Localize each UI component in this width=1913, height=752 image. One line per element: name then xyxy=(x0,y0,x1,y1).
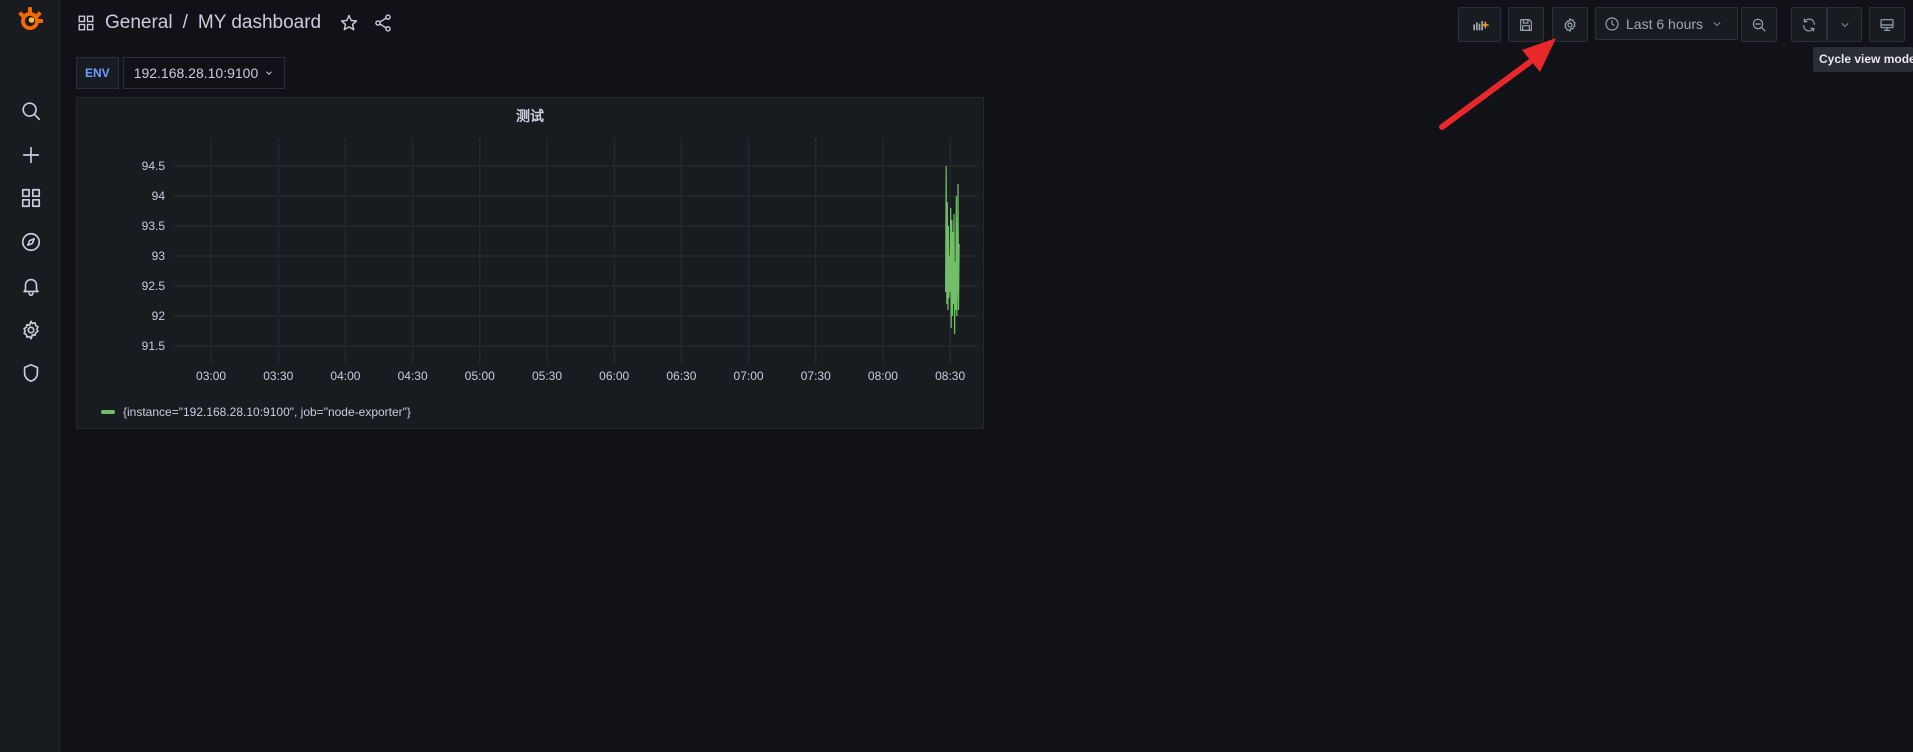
chevron-down-icon xyxy=(1713,21,1721,26)
sidebar xyxy=(0,0,60,752)
star-icon[interactable] xyxy=(339,13,359,33)
time-series-chart[interactable]: 91.5 92 92.5 93 93.5 94 94.5 03:00 03:30 04:00 04:… xyxy=(77,98,985,398)
x-tick-label: 04:00 xyxy=(330,369,360,383)
add-panel-button[interactable] xyxy=(1458,7,1501,42)
time-range-label: Last 6 hours xyxy=(1626,15,1704,32)
gear-icon xyxy=(1564,17,1576,32)
variable-label: ENV xyxy=(76,57,119,89)
zoom-out-button[interactable] xyxy=(1741,7,1777,42)
cycle-view-mode-tooltip: Cycle view mode xyxy=(1813,47,1913,72)
plus-icon[interactable] xyxy=(18,142,44,168)
y-tick-label: 93.5 xyxy=(142,219,166,233)
x-tick-label: 07:00 xyxy=(734,369,764,383)
x-tick-label: 07:30 xyxy=(801,369,831,383)
grafana-logo-icon[interactable] xyxy=(14,4,46,36)
x-tick-label: 08:00 xyxy=(868,369,898,383)
variable-select[interactable]: 192.168.28.10:9100 xyxy=(122,57,286,89)
breadcrumb: General / MY dashboard xyxy=(77,12,393,34)
y-tick-label: 92.5 xyxy=(142,279,166,293)
y-tick-label: 92 xyxy=(152,309,166,323)
dashboard-title[interactable]: MY dashboard xyxy=(198,12,321,34)
graph-panel[interactable]: 测试 91.5 92 92.5 93 93.5 94 94.5 03:00 03:30 04:00… xyxy=(76,97,984,429)
zoom-out-icon xyxy=(1752,18,1766,32)
y-tick-label: 94.5 xyxy=(142,159,166,173)
x-tick-label: 05:00 xyxy=(465,369,495,383)
time-range-picker[interactable]: Last 6 hours xyxy=(1595,7,1738,40)
y-tick-label: 93 xyxy=(152,249,166,263)
monitor-icon xyxy=(1880,18,1894,31)
legend[interactable]: {instance="192.168.28.10:9100", job="nod… xyxy=(101,405,411,419)
share-icon[interactable] xyxy=(373,13,393,33)
chevron-down-icon xyxy=(266,71,273,75)
x-tick-label: 08:30 xyxy=(935,369,965,383)
breadcrumb-separator: / xyxy=(182,12,188,33)
dashboards-icon[interactable] xyxy=(18,185,44,211)
y-tick-label: 91.5 xyxy=(142,339,166,353)
dashboard-settings-button[interactable] xyxy=(1552,7,1588,42)
x-tick-label: 03:00 xyxy=(196,369,226,383)
variable-value: 192.168.28.10:9100 xyxy=(133,65,259,81)
refresh-interval-dropdown[interactable] xyxy=(1827,7,1862,42)
save-icon xyxy=(1520,18,1532,31)
alerting-icon[interactable] xyxy=(18,273,44,299)
legend-swatch xyxy=(101,410,115,414)
cycle-view-mode-button[interactable] xyxy=(1869,7,1905,42)
x-tick-label: 05:30 xyxy=(532,369,562,383)
save-dashboard-button[interactable] xyxy=(1508,7,1544,42)
x-tick-label: 06:00 xyxy=(599,369,629,383)
chevron-down-icon xyxy=(1841,22,1848,27)
add-panel-icon xyxy=(1472,20,1489,30)
y-tick-label: 94 xyxy=(152,189,166,203)
refresh-icon xyxy=(1803,17,1815,32)
clock-icon xyxy=(1605,16,1619,31)
x-tick-label: 06:30 xyxy=(666,369,696,383)
x-tick-label: 03:30 xyxy=(263,369,293,383)
settings-icon[interactable] xyxy=(18,317,44,343)
series-line xyxy=(944,165,960,335)
search-icon[interactable] xyxy=(18,98,44,124)
explore-icon[interactable] xyxy=(18,229,44,255)
refresh-button[interactable] xyxy=(1791,7,1827,42)
dashboards-grid-icon xyxy=(78,15,94,31)
shield-icon[interactable] xyxy=(18,360,44,386)
top-bar: General / MY dashboard Last 6 hours xyxy=(59,0,1913,50)
legend-label: {instance="192.168.28.10:9100", job="nod… xyxy=(123,405,411,419)
breadcrumb-folder[interactable]: General xyxy=(105,12,173,34)
variables-bar: ENV 192.168.28.10:9100 xyxy=(76,57,286,89)
x-tick-label: 04:30 xyxy=(398,369,428,383)
